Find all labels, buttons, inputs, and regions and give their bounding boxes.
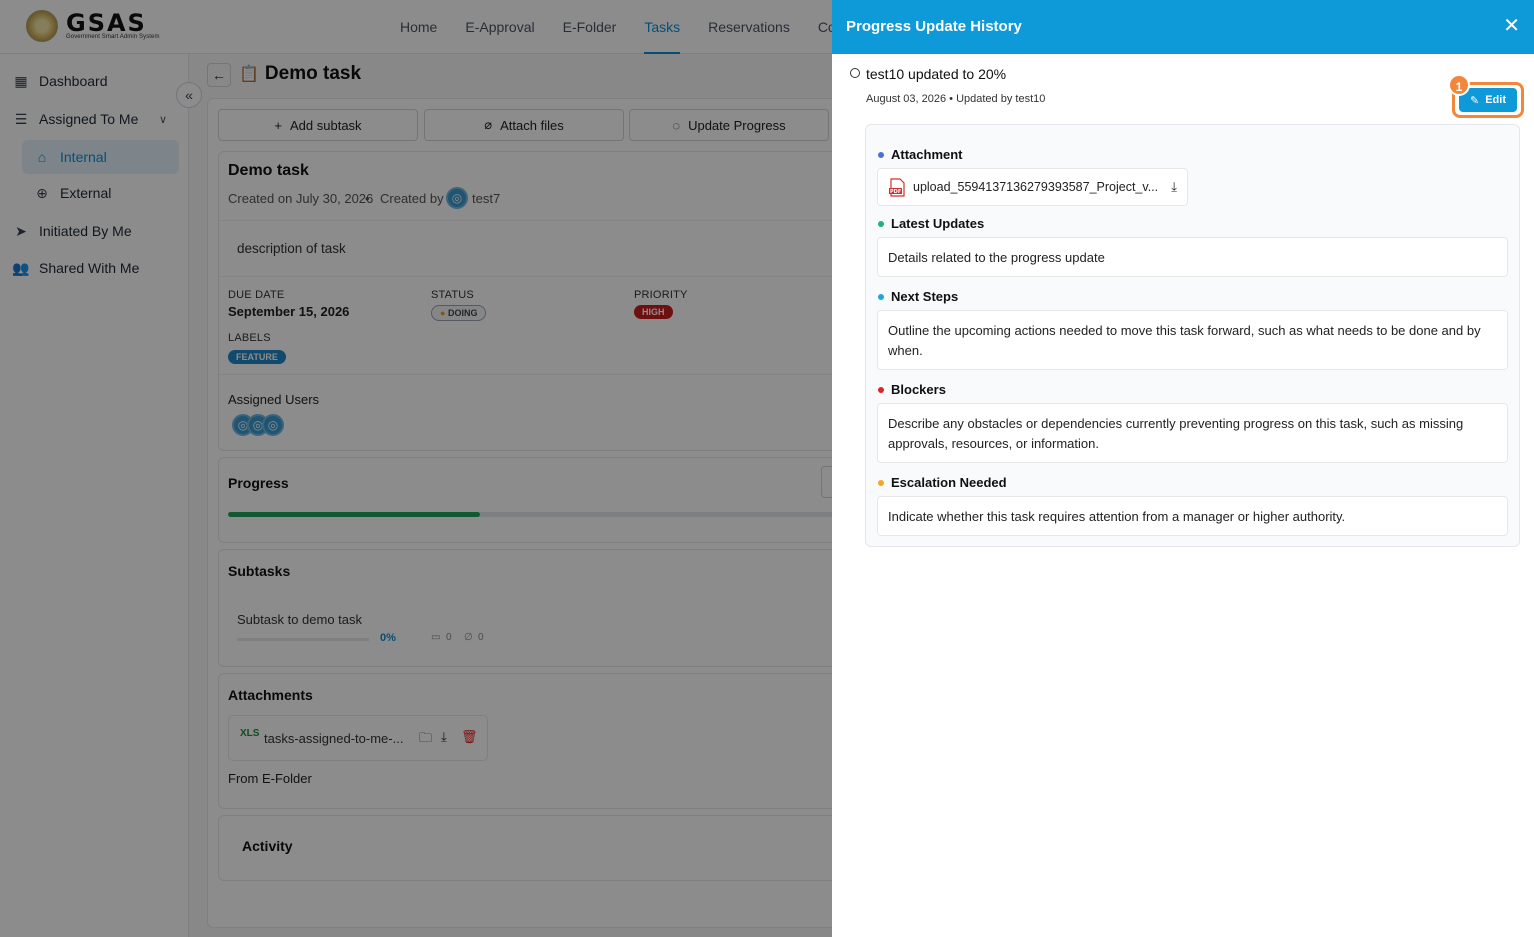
next-steps-label: Next Steps [878, 289, 958, 304]
edit-icon: ✎ [1470, 94, 1480, 107]
blockers-label: Blockers [878, 382, 946, 397]
next-steps-text: Outline the upcoming actions needed to m… [877, 310, 1508, 370]
attachment-chip[interactable]: PDF upload_5594137136279393587_Project_v… [877, 168, 1188, 206]
attachment-section-label: Attachment [878, 147, 963, 162]
timeline-dot [850, 68, 860, 78]
latest-updates-text: Details related to the progress update [877, 237, 1508, 277]
drawer-header: Progress Update History ✕ [832, 0, 1534, 54]
update-title: test10 updated to 20% [866, 66, 1007, 82]
attachment-file-name: upload_5594137136279393587_Project_v... [913, 180, 1159, 194]
close-icon[interactable]: ✕ [1503, 14, 1520, 38]
download-icon[interactable]: ⤓ [1171, 179, 1177, 195]
update-meta: August 03, 2026 • Updated by test10 [866, 93, 1046, 105]
progress-history-drawer: Progress Update History ✕ test10 updated… [832, 0, 1534, 937]
svg-text:PDF: PDF [890, 189, 901, 195]
drawer-title: Progress Update History [846, 18, 1022, 35]
modal-backdrop[interactable] [0, 0, 832, 937]
annotation-badge: 1 [1448, 74, 1470, 96]
escalation-needed-text: Indicate whether this task requires atte… [877, 496, 1508, 536]
blockers-text: Describe any obstacles or dependencies c… [877, 403, 1508, 463]
latest-updates-label: Latest Updates [878, 216, 984, 231]
pdf-file-icon: PDF [889, 177, 905, 197]
update-details-card: Attachment PDF upload_559413713627939358… [865, 124, 1520, 547]
escalation-needed-label: Escalation Needed [878, 475, 1007, 490]
